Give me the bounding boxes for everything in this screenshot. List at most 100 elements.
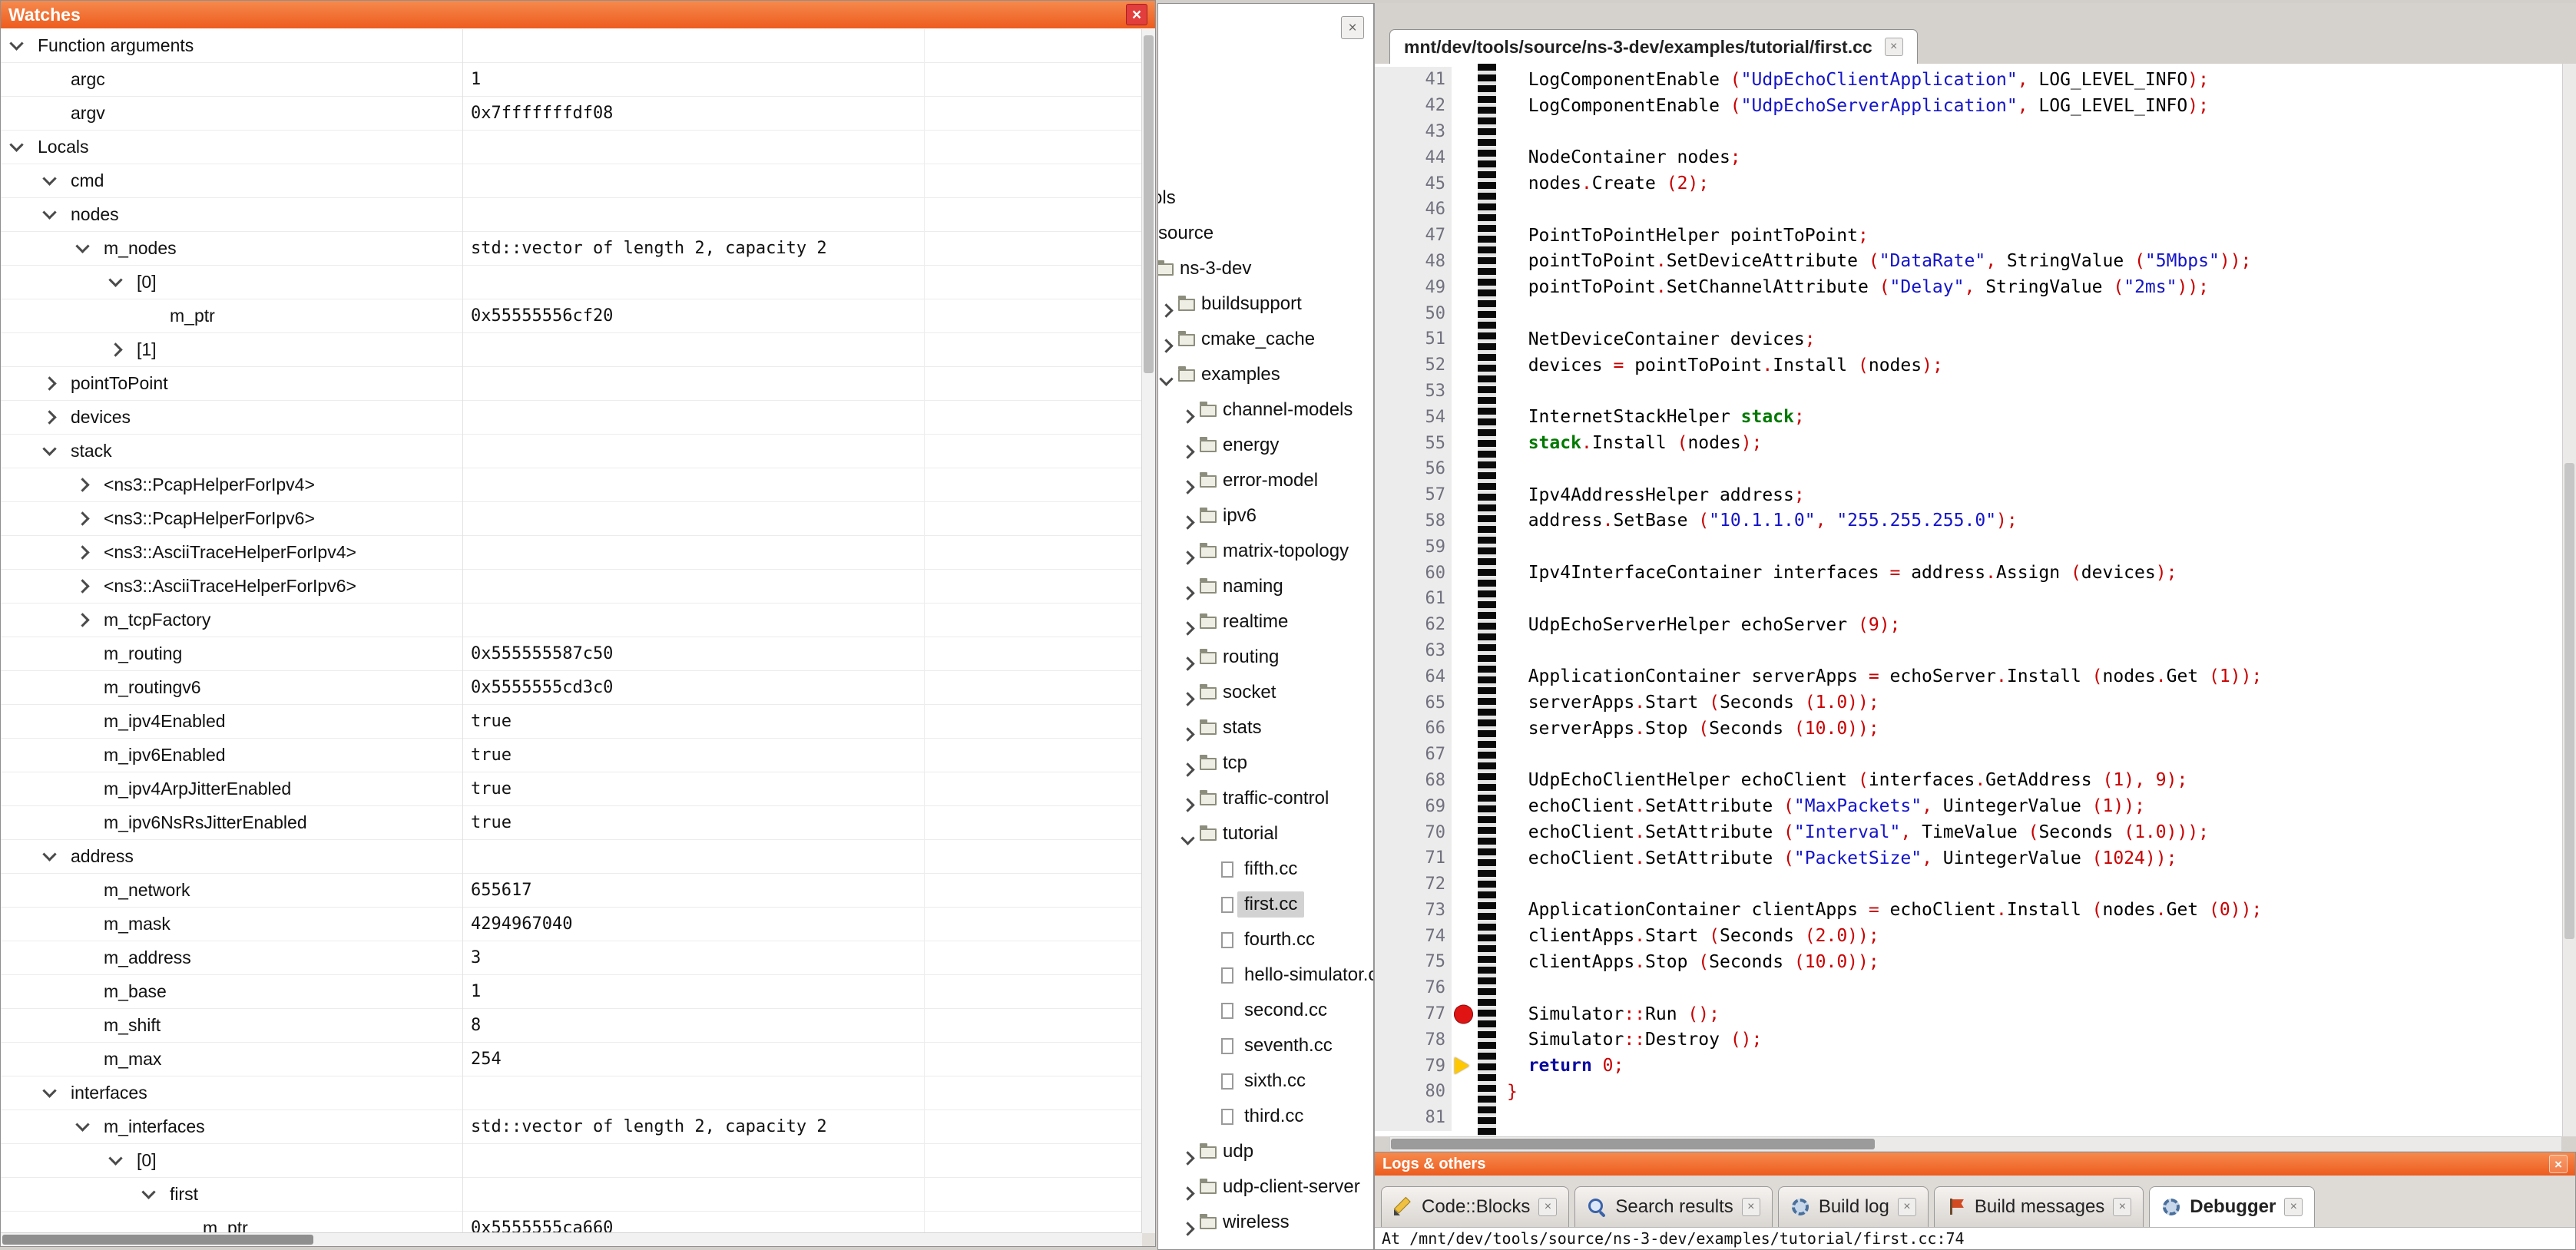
watch-expander[interactable] xyxy=(111,345,137,355)
watch-expander[interactable] xyxy=(12,41,38,51)
marker-margin[interactable] xyxy=(1452,819,1478,845)
editor-tab-close-button[interactable]: × xyxy=(1885,38,1903,56)
editor-tab[interactable]: mnt/dev/tools/source/ns-3-dev/examples/t… xyxy=(1389,29,1918,64)
tab-close-button[interactable]: × xyxy=(1898,1198,1916,1216)
editor-vertical-scrollbar[interactable] xyxy=(2562,64,2576,1136)
logs-close-button[interactable]: × xyxy=(2549,1155,2568,1173)
line-number[interactable]: 54 xyxy=(1375,404,1452,430)
line-number[interactable]: 72 xyxy=(1375,871,1452,898)
line-number[interactable]: 80 xyxy=(1375,1079,1452,1105)
line-number[interactable]: 61 xyxy=(1375,586,1452,612)
tree-expander[interactable] xyxy=(1183,547,1193,568)
tab-close-button[interactable]: × xyxy=(2284,1198,2303,1216)
marker-margin[interactable] xyxy=(1452,482,1478,508)
tree-item[interactable]: ns-3-dev xyxy=(1158,251,1373,286)
watch-row[interactable]: [0] xyxy=(1,1144,1142,1178)
line-number[interactable]: 68 xyxy=(1375,768,1452,794)
code-line[interactable]: UdpEchoServerHelper echoServer (9); xyxy=(1507,615,1900,635)
code-line[interactable]: PointToPointHelper pointToPoint; xyxy=(1507,226,1869,246)
tree-expander[interactable] xyxy=(1183,829,1193,851)
line-number[interactable]: 60 xyxy=(1375,560,1452,586)
tree-item[interactable]: realtime xyxy=(1158,604,1373,640)
watch-row[interactable]: m_network655617 xyxy=(1,874,1142,908)
watch-expander[interactable] xyxy=(78,480,104,490)
watches-horizontal-scrollbar[interactable] xyxy=(1,1232,1142,1246)
line-number[interactable]: 62 xyxy=(1375,612,1452,638)
watch-row[interactable]: first xyxy=(1,1178,1142,1212)
tree-item[interactable]: tcp xyxy=(1158,746,1373,781)
code-line[interactable]: pointToPoint.SetChannelAttribute ("Delay… xyxy=(1507,277,2209,297)
watch-expander[interactable] xyxy=(45,210,71,220)
line-number[interactable]: 81 xyxy=(1375,1105,1452,1131)
code-line[interactable]: NodeContainer nodes; xyxy=(1507,147,1741,167)
watch-expander[interactable] xyxy=(78,581,104,591)
watch-row[interactable]: <ns3::PcapHelperForIpv4> xyxy=(1,468,1142,502)
watch-row[interactable]: Function arguments xyxy=(1,29,1142,63)
line-number[interactable]: 49 xyxy=(1375,274,1452,300)
code-line[interactable]: echoClient.SetAttribute ("Interval", Tim… xyxy=(1507,822,2209,842)
code-line[interactable]: LogComponentEnable ("UdpEchoServerApplic… xyxy=(1507,96,2209,116)
watch-expander[interactable] xyxy=(45,852,71,861)
tree-item[interactable]: buildsupport xyxy=(1158,286,1373,322)
tree-expander[interactable] xyxy=(1161,370,1171,392)
tree-panel-close-button[interactable]: × xyxy=(1341,16,1364,39)
watch-row[interactable]: Locals xyxy=(1,131,1142,164)
watch-row[interactable]: [0] xyxy=(1,266,1142,299)
line-number[interactable]: 66 xyxy=(1375,716,1452,742)
tree-item-selected[interactable]: first.cc xyxy=(1158,887,1373,922)
line-number[interactable]: 44 xyxy=(1375,144,1452,170)
tree-item[interactable]: energy xyxy=(1158,428,1373,463)
breakpoint-icon[interactable] xyxy=(1454,1004,1473,1023)
tree-expander[interactable] xyxy=(1183,405,1193,427)
tree-item[interactable]: stats xyxy=(1158,710,1373,746)
line-number[interactable]: 69 xyxy=(1375,793,1452,819)
watch-row[interactable]: m_routingv60x5555555cd3c0 xyxy=(1,671,1142,705)
code-line[interactable]: return 0; xyxy=(1507,1056,1624,1076)
watch-row[interactable]: m_max254 xyxy=(1,1043,1142,1076)
marker-margin[interactable] xyxy=(1452,1027,1478,1053)
line-number[interactable]: 77 xyxy=(1375,1001,1452,1027)
tree-item[interactable]: seventh.cc xyxy=(1158,1028,1373,1063)
line-number[interactable]: 46 xyxy=(1375,197,1452,223)
watch-row[interactable]: cmd xyxy=(1,164,1142,198)
line-number[interactable]: 75 xyxy=(1375,949,1452,975)
marker-margin[interactable] xyxy=(1452,170,1478,197)
line-number[interactable]: 59 xyxy=(1375,534,1452,560)
line-number[interactable]: 65 xyxy=(1375,689,1452,716)
watch-row[interactable]: nodes xyxy=(1,198,1142,232)
marker-margin[interactable] xyxy=(1452,689,1478,716)
marker-margin[interactable] xyxy=(1452,638,1478,664)
code-line[interactable]: echoClient.SetAttribute ("MaxPackets", U… xyxy=(1507,796,2145,816)
tree-expander[interactable] xyxy=(1183,688,1193,709)
watch-expander[interactable] xyxy=(45,446,71,456)
watch-row[interactable]: m_interfacesstd::vector of length 2, cap… xyxy=(1,1110,1142,1144)
tree-item[interactable]: tutorial xyxy=(1158,816,1373,852)
marker-margin[interactable] xyxy=(1452,793,1478,819)
tree-expander[interactable] xyxy=(1183,723,1193,745)
marker-margin[interactable] xyxy=(1452,871,1478,898)
watch-row[interactable]: stack xyxy=(1,435,1142,468)
marker-margin[interactable] xyxy=(1452,716,1478,742)
watch-expander[interactable] xyxy=(78,514,104,524)
tree-item[interactable]: naming xyxy=(1158,569,1373,604)
watch-row[interactable]: <ns3::AsciiTraceHelperForIpv6> xyxy=(1,570,1142,604)
line-number[interactable]: 52 xyxy=(1375,352,1452,379)
tree-item[interactable]: fourth.cc xyxy=(1158,922,1373,957)
line-number[interactable]: 78 xyxy=(1375,1027,1452,1053)
tree-expander[interactable] xyxy=(1183,511,1193,533)
scrollbar-thumb[interactable] xyxy=(1144,35,1154,373)
tab-close-button[interactable]: × xyxy=(1538,1198,1557,1216)
watch-row[interactable]: m_mask4294967040 xyxy=(1,908,1142,941)
code-line[interactable]: serverApps.Stop (Seconds (10.0)); xyxy=(1507,719,1879,739)
line-number[interactable]: 51 xyxy=(1375,326,1452,352)
code-line[interactable]: pointToPoint.SetDeviceAttribute ("DataRa… xyxy=(1507,251,2251,271)
line-number[interactable]: 74 xyxy=(1375,923,1452,949)
code-line[interactable]: } xyxy=(1507,1082,1518,1102)
watch-expander[interactable] xyxy=(78,615,104,625)
code-line[interactable]: LogComponentEnable ("UdpEchoClientApplic… xyxy=(1507,70,2209,90)
marker-margin[interactable] xyxy=(1452,249,1478,275)
watch-row[interactable]: [1] xyxy=(1,333,1142,367)
marker-margin[interactable] xyxy=(1452,898,1478,924)
marker-margin[interactable] xyxy=(1452,586,1478,612)
marker-margin[interactable] xyxy=(1452,1079,1478,1105)
